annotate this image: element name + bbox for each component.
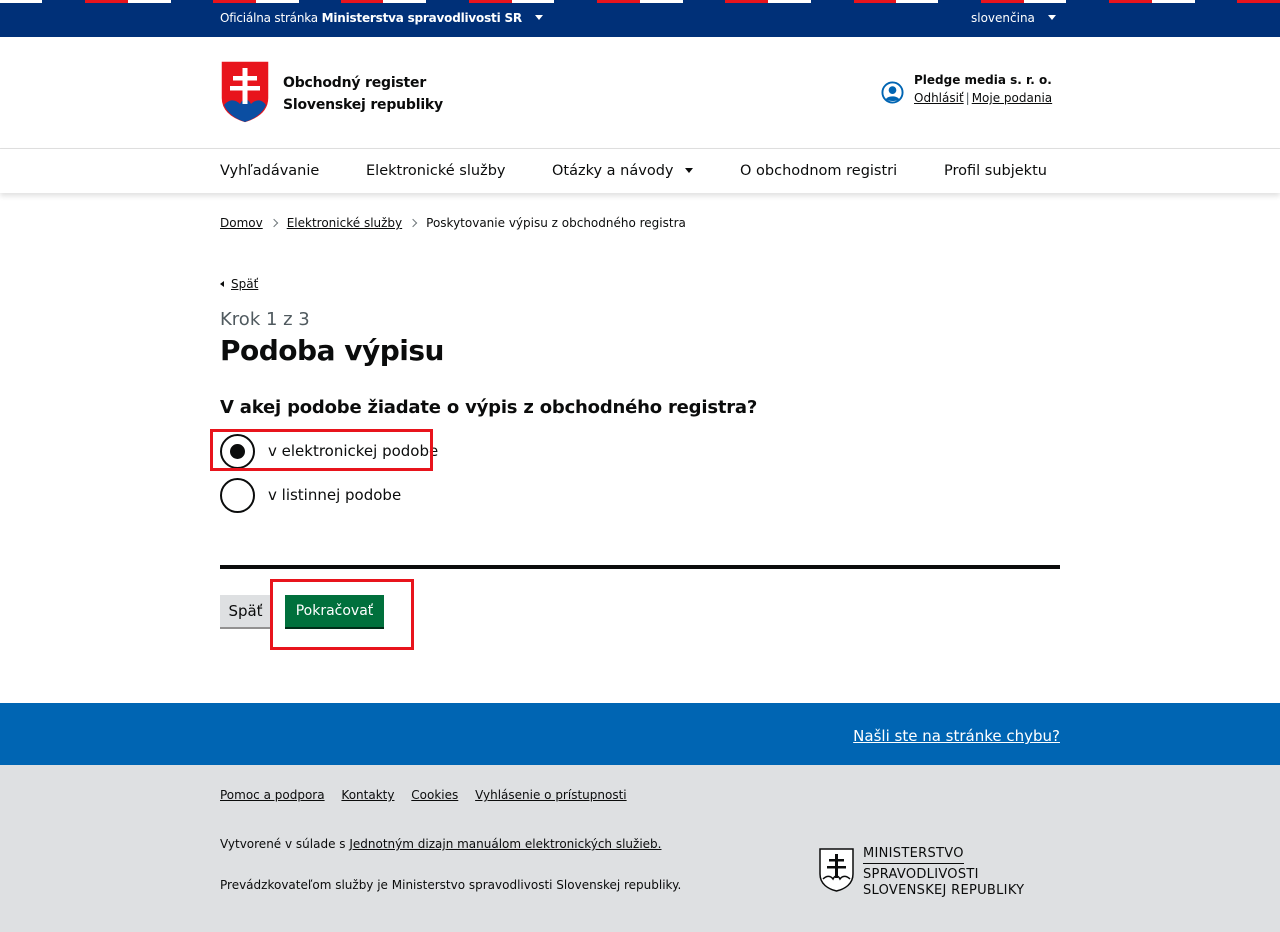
created-note: Vytvorené v súlade s Jednotným dizajn ma… — [220, 837, 662, 851]
section-divider — [220, 565, 1060, 569]
footer-link-cookies[interactable]: Cookies — [411, 788, 458, 802]
radio-label-paper[interactable]: v listinnej podobe — [268, 486, 401, 504]
back-button[interactable]: Späť — [220, 595, 271, 629]
nav-item-questions-label: Otázky a návody — [552, 163, 674, 179]
report-bug-link[interactable]: Našli ste na stránke chybu? — [853, 727, 1060, 745]
top-bar: Oficiálna stránka Ministerstva spravodli… — [0, 0, 1280, 37]
chevron-right-icon — [269, 218, 278, 228]
user-name: Pledge media s. r. o. — [914, 73, 1052, 87]
breadcrumb-current: Poskytovanie výpisu z obchodného registr… — [426, 216, 686, 230]
caret-down-icon — [685, 168, 694, 173]
nav-item-search[interactable]: Vyhľadávanie — [220, 163, 319, 179]
language-label: slovenčina — [971, 11, 1035, 25]
chevron-right-icon — [408, 218, 418, 228]
official-org: Ministerstva spravodlivosti SR — [321, 11, 523, 25]
site-title[interactable]: Obchodný register Slovenskej republiky — [283, 72, 443, 116]
bug-report-bar: Našli ste na stránke chybu? — [0, 703, 1280, 765]
user-links: Odhlásiť | Moje podania — [914, 91, 1052, 105]
caret-down-icon — [1047, 15, 1056, 20]
back-link-label: Späť — [231, 277, 259, 291]
nav-item-questions[interactable]: Otázky a návody — [552, 163, 694, 179]
back-link[interactable]: Späť — [220, 277, 258, 291]
coat-of-arms-icon[interactable] — [220, 60, 270, 124]
breadcrumb-services[interactable]: Elektronické služby — [287, 216, 402, 230]
flag-stripes — [0, 0, 1280, 3]
ministry-name: MINISTERSTVO SPRAVODLIVOSTI SLOVENSKEJ R… — [863, 846, 1024, 899]
link-separator: | — [965, 91, 970, 105]
language-selector[interactable]: slovenčina — [971, 11, 1056, 25]
ministry-line1: MINISTERSTVO — [863, 846, 964, 864]
design-manual-link[interactable]: Jednotným dizajn manuálom elektronických… — [349, 837, 661, 851]
highlight-box — [210, 429, 433, 471]
site-title-line1: Obchodný register — [283, 75, 427, 91]
radio-button-unchecked[interactable] — [220, 477, 255, 513]
site-header: Obchodný register Slovenskej republiky P… — [0, 37, 1280, 149]
ministry-line3: SLOVENSKEJ REPUBLIKY — [863, 883, 1025, 898]
footer-links: Pomoc a podpora Kontakty Cookies Vyhláse… — [220, 788, 640, 802]
radio-option-paper[interactable]: v listinnej podobe — [220, 477, 401, 513]
nav-item-electronic-services[interactable]: Elektronické služby — [366, 163, 505, 179]
created-prefix: Vytvorené v súlade s — [220, 837, 346, 851]
footer-link-help[interactable]: Pomoc a podpora — [220, 788, 325, 802]
ministry-emblem-icon — [819, 848, 854, 892]
question-heading: V akej podobe žiadate o výpis z obchodné… — [220, 397, 758, 418]
nav-item-about[interactable]: O obchodnom registri — [740, 163, 897, 179]
footer-link-contacts[interactable]: Kontakty — [341, 788, 394, 802]
official-prefix: Oficiálna stránka — [220, 11, 318, 25]
nav-item-subject-profile[interactable]: Profil subjektu — [944, 163, 1047, 179]
footer: Pomoc a podpora Kontakty Cookies Vyhláse… — [0, 765, 1280, 932]
footer-link-accessibility[interactable]: Vyhlásenie o prístupnosti — [475, 788, 627, 802]
operator-note: Prevádzkovateľom služby je Ministerstvo … — [220, 878, 682, 892]
my-submissions-link[interactable]: Moje podania — [972, 91, 1052, 105]
caret-down-icon — [534, 15, 543, 20]
page-title: Podoba výpisu — [220, 334, 444, 367]
main-navigation: Vyhľadávanie Elektronické služby Otázky … — [0, 149, 1280, 193]
official-site-toggle[interactable]: Oficiálna stránka Ministerstva spravodli… — [220, 11, 543, 25]
ministry-line2: SPRAVODLIVOSTI — [863, 867, 979, 882]
breadcrumb: Domov Elektronické služby Poskytovanie výp… — [220, 216, 686, 230]
triangle-left-icon — [220, 281, 224, 287]
highlight-box — [270, 579, 414, 650]
breadcrumb-home[interactable]: Domov — [220, 216, 263, 230]
user-icon — [881, 81, 904, 104]
logout-link[interactable]: Odhlásiť — [914, 91, 964, 105]
site-title-line2: Slovenskej republiky — [283, 97, 443, 113]
step-indicator: Krok 1 z 3 — [220, 309, 310, 330]
